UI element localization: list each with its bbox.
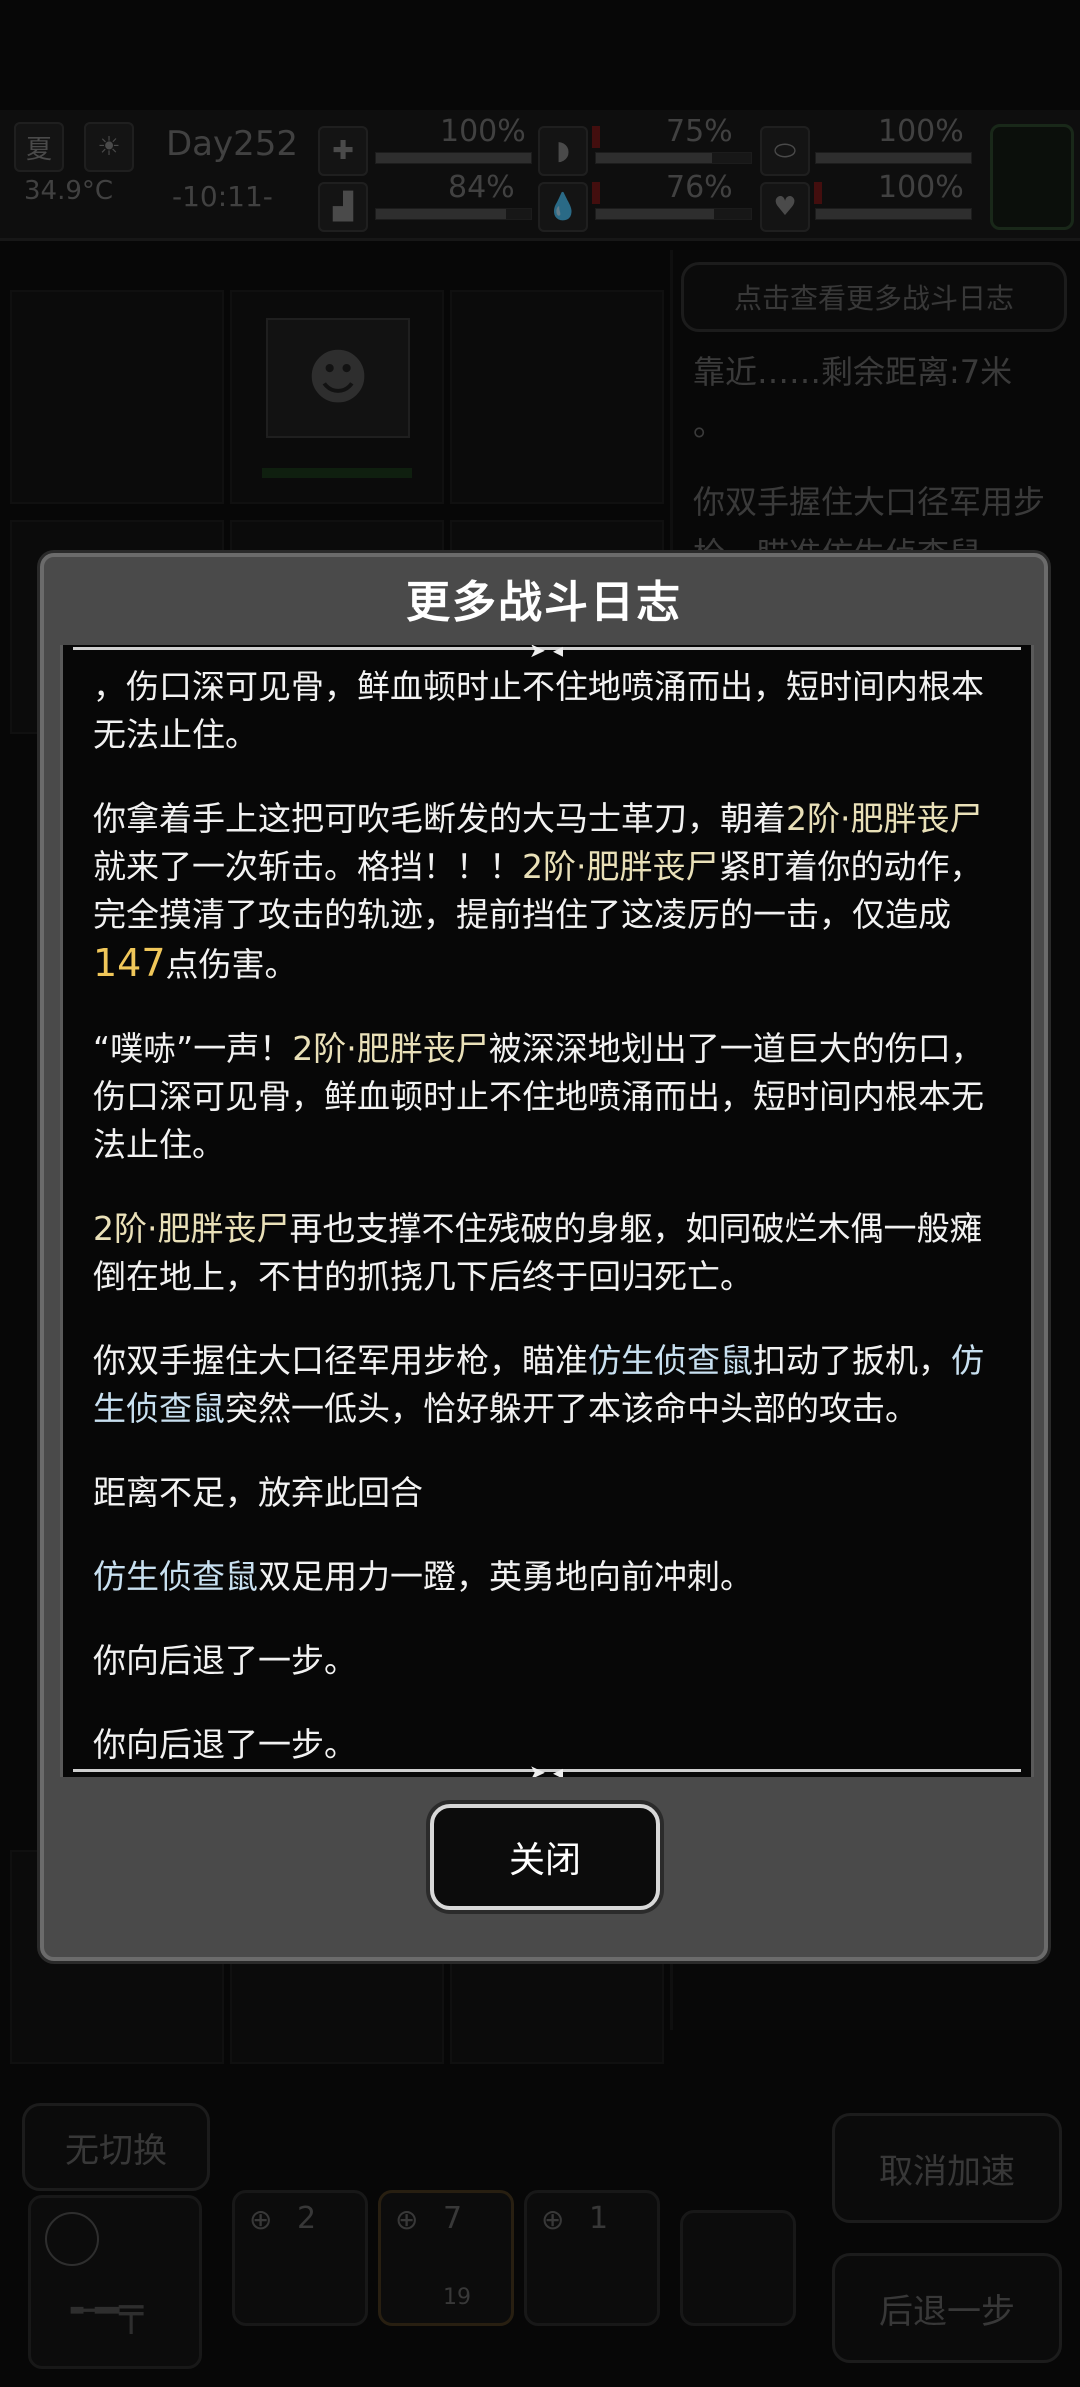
log-entry: 2阶·肥胖丧尸再也支撑不住残破的身躯，如同破烂木偶一般瘫倒在地上，不甘的抓挠几下…: [93, 1205, 1008, 1301]
log-entry: “噗哧”一声！2阶·肥胖丧尸被深深地划出了一道巨大的伤口，伤口深可见骨，鲜血顿时…: [93, 1025, 1008, 1169]
enemy-name: 仿生侦查鼠: [588, 1341, 753, 1380]
close-button[interactable]: 关闭: [430, 1804, 660, 1910]
log-entry: 你拿着手上这把可吹毛断发的大马士革刀，朝着2阶·肥胖丧尸就来了一次斩击。格挡！！…: [93, 795, 1008, 989]
log-scroll-area[interactable]: ➤ ◂ ，伤口深可见骨，鲜血顿时止不住地喷涌而出，短时间内根本无法止住。 你拿着…: [60, 645, 1034, 1777]
enemy-name: 2阶·肥胖丧尸: [522, 847, 719, 886]
enemy-name: 2阶·肥胖丧尸: [93, 1209, 290, 1248]
enemy-name: 2阶·肥胖丧尸: [292, 1029, 489, 1068]
top-divider: ➤ ◂: [73, 645, 1021, 662]
log-entry: ，伤口深可见骨，鲜血顿时止不住地喷涌而出，短时间内根本无法止住。: [93, 663, 1008, 759]
log-text: 距离不足，放弃此回合: [93, 1473, 423, 1512]
damage-number: 147: [93, 941, 166, 985]
log-entry: 你向后退了一步。: [93, 1637, 1008, 1685]
arrow-left-icon: ◂: [553, 645, 564, 662]
log-entry: 你向后退了一步。: [93, 1721, 1008, 1769]
arrow-left-icon: ◂: [553, 1760, 564, 1777]
enemy-name: 仿生侦查鼠: [93, 1557, 258, 1596]
bottom-divider: ➤ ◂: [73, 1760, 1021, 1777]
log-entry: 你双手握住大口径军用步枪，瞄准仿生侦查鼠扣动了扳机，仿生侦查鼠突然一低头，恰好躲…: [93, 1337, 1008, 1433]
log-text: “噗哧”一声！: [93, 1029, 293, 1068]
log-text: 你双手握住大口径军用步枪，瞄准: [93, 1341, 588, 1380]
dialog-title: 更多战斗日志: [406, 577, 682, 628]
battle-log-dialog: 更多战斗日志 ➤ ◂ ，伤口深可见骨，鲜血顿时止不住地喷涌而出，短时间内根本无法…: [40, 553, 1048, 1961]
log-text: 你向后退了一步。: [93, 1725, 357, 1764]
log-text: 突然一低头，恰好躲开了本该命中头部的攻击。: [225, 1389, 918, 1428]
log-text: 点伤害。: [165, 945, 298, 984]
log-entry: 仿生侦查鼠双足用力一蹬，英勇地向前冲刺。: [93, 1553, 1008, 1601]
log-text: ，伤口深可见骨，鲜血顿时止不住地喷涌而出，短时间内根本无法止住。: [93, 667, 984, 754]
log-text: 你向后退了一步。: [93, 1641, 357, 1680]
arrow-right-icon: ➤: [529, 1760, 546, 1777]
log-text: 双足用力一蹬，英勇地向前冲刺。: [258, 1557, 753, 1596]
log-entry: 距离不足，放弃此回合: [93, 1469, 1008, 1517]
enemy-name: 2阶·肥胖丧尸: [786, 799, 983, 838]
log-text: 你拿着手上这把可吹毛断发的大马士革刀，朝着: [93, 799, 786, 838]
arrow-right-icon: ➤: [529, 645, 546, 662]
log-content: ，伤口深可见骨，鲜血顿时止不住地喷涌而出，短时间内根本无法止住。 你拿着手上这把…: [93, 663, 1008, 1777]
log-text: 就来了一次斩击。格挡！！！: [93, 847, 522, 886]
log-text: 扣动了扳机，: [753, 1341, 951, 1380]
